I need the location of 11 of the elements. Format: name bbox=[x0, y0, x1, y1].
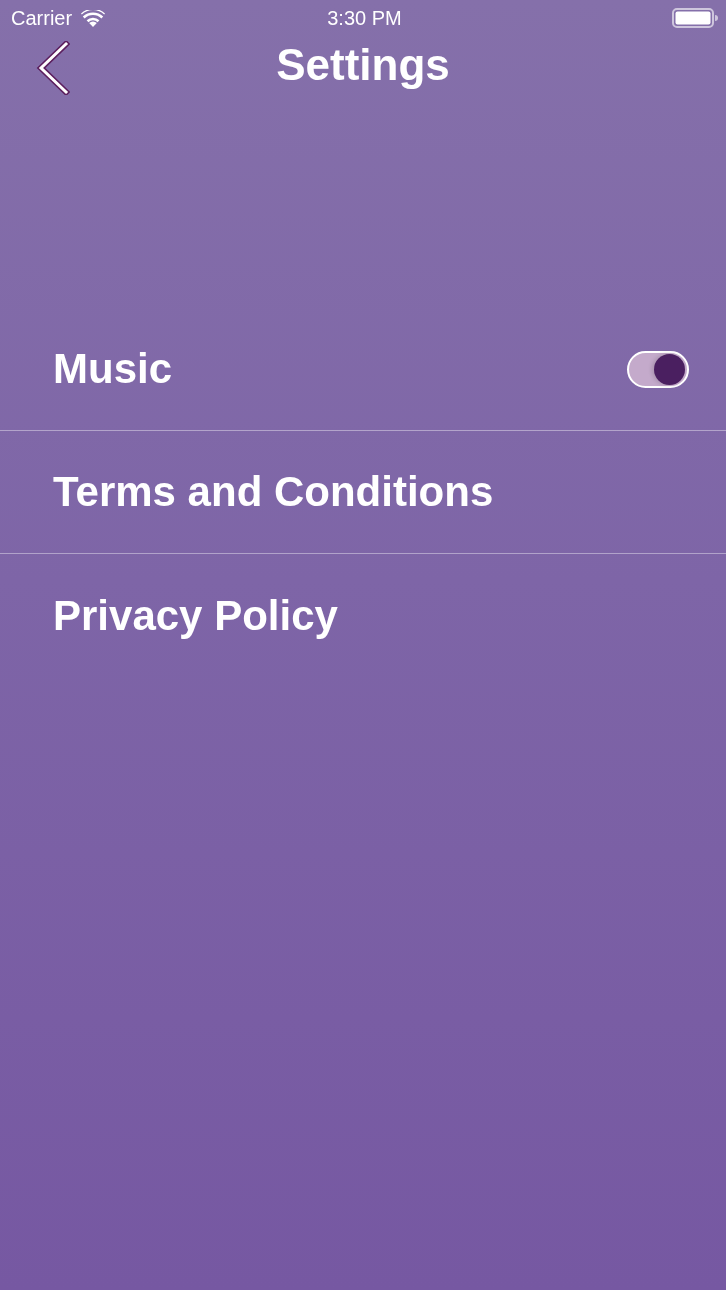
page-title: Settings bbox=[276, 39, 450, 91]
menu-item[interactable]: Privacy Policy bbox=[53, 590, 338, 641]
carrier-label: Carrier bbox=[11, 6, 73, 30]
battery-icon bbox=[672, 8, 718, 28]
status-time: 3:30 PM bbox=[327, 6, 402, 30]
back-button[interactable] bbox=[36, 41, 70, 95]
menu-item[interactable]: Terms and Conditions bbox=[53, 467, 494, 517]
setting-label: Music bbox=[53, 344, 173, 394]
toggle-switch[interactable] bbox=[627, 350, 689, 388]
wifi-icon bbox=[81, 9, 106, 27]
chevron-left-icon bbox=[36, 41, 70, 95]
